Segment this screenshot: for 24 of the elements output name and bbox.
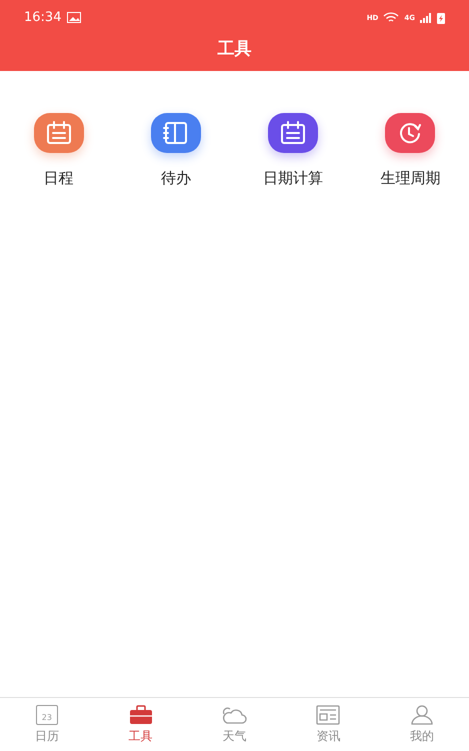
status-time: 16:34: [24, 9, 62, 27]
image-icon: [67, 12, 82, 24]
tool-item[interactable]: 待办: [117, 113, 234, 190]
tab-bar-item[interactable]: 我的: [375, 698, 469, 751]
person-icon: [410, 704, 434, 724]
newspaper-icon: [316, 704, 340, 724]
page-title: 工具: [218, 38, 252, 60]
calendar-icon: [280, 121, 306, 145]
tab-bar-item[interactable]: 工具: [94, 698, 188, 751]
toolbox-icon: [128, 704, 153, 724]
cloud-icon: [221, 704, 248, 724]
clock-icon: [397, 121, 424, 145]
tab-bar-item[interactable]: 天气: [188, 698, 282, 751]
tab-bar-item[interactable]: 23 日历: [0, 698, 94, 751]
signal-icon: [420, 12, 432, 23]
notebook-icon: [162, 121, 189, 145]
battery-icon: [437, 12, 445, 24]
tab-bar-item[interactable]: 资讯: [281, 698, 376, 751]
tool-item[interactable]: 日期计算: [234, 113, 352, 190]
tool-item[interactable]: 生理周期: [352, 113, 469, 190]
calendar-icon: 23: [36, 704, 58, 724]
calendar-icon: [46, 121, 72, 145]
tool-item[interactable]: 日程: [0, 113, 118, 190]
wifi-icon: [383, 12, 400, 24]
